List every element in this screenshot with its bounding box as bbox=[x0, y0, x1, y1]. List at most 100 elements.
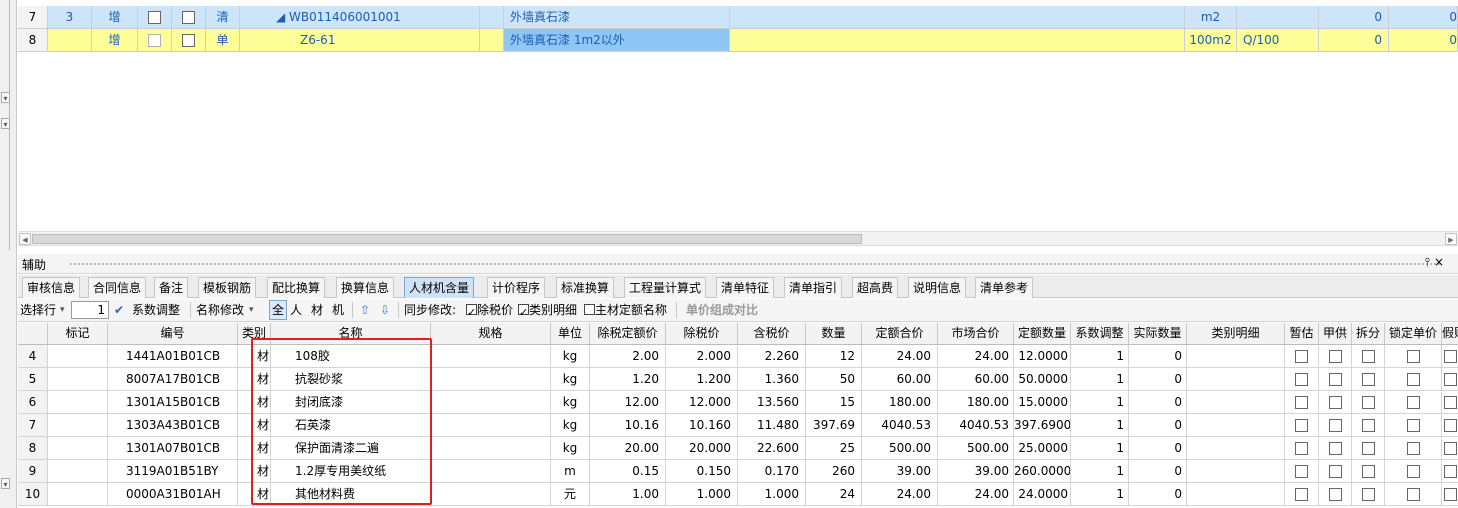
unit-cell[interactable]: 元 bbox=[551, 483, 590, 506]
table-row[interactable]: 7 3 增 清 ◢ WB011406001001 外墙真石漆 m2 0 0 bbox=[18, 6, 1458, 29]
checkbox-cell[interactable] bbox=[1319, 483, 1352, 506]
checkbox[interactable] bbox=[1406, 442, 1420, 455]
checkbox[interactable] bbox=[1328, 350, 1342, 363]
checkbox-cell[interactable] bbox=[1285, 414, 1319, 437]
value-cell[interactable]: 0 bbox=[1319, 29, 1389, 52]
price-excl-quota-cell[interactable]: 1.20 bbox=[590, 368, 666, 391]
col-header[interactable]: 定额数量 bbox=[1014, 323, 1071, 345]
filter-all-button[interactable]: 全 bbox=[269, 300, 288, 320]
seq-cell[interactable] bbox=[48, 29, 92, 52]
col-header[interactable]: 除税定额价 bbox=[590, 323, 666, 345]
checkbox[interactable] bbox=[1295, 396, 1308, 409]
tab-guide[interactable]: 清单指引 bbox=[784, 277, 843, 298]
category-cell[interactable]: 材 bbox=[238, 483, 271, 506]
mark-cell[interactable] bbox=[48, 414, 108, 437]
tab-mix[interactable]: 配比换算 bbox=[267, 277, 326, 298]
arrow-up-icon[interactable]: ⇧ bbox=[360, 299, 370, 321]
checkbox[interactable] bbox=[1406, 465, 1420, 478]
expr-cell[interactable] bbox=[1237, 6, 1319, 29]
qty-cell[interactable]: 50 bbox=[806, 368, 862, 391]
code-cell[interactable]: 0000A31B01AH bbox=[108, 483, 238, 506]
row-spin-input[interactable]: 1 bbox=[71, 301, 109, 319]
market-total-cell[interactable]: 24.00 bbox=[938, 483, 1014, 506]
col-header[interactable]: 假账 bbox=[1442, 323, 1458, 345]
tab-quantity-formula[interactable]: 工程量计算式 bbox=[624, 277, 707, 298]
checkbox[interactable] bbox=[1295, 373, 1308, 386]
mark-cell[interactable] bbox=[48, 368, 108, 391]
col-header[interactable]: 含税价 bbox=[738, 323, 806, 345]
tab-contract[interactable]: 合同信息 bbox=[88, 277, 147, 298]
price-excl-quota-cell[interactable]: 1.00 bbox=[590, 483, 666, 506]
tab-conversion[interactable]: 换算信息 bbox=[336, 277, 395, 298]
price-incl-cell[interactable]: 1.360 bbox=[738, 368, 806, 391]
checkbox-cell[interactable] bbox=[1442, 414, 1458, 437]
qty-cell[interactable]: 25 bbox=[806, 437, 862, 460]
tab-notes[interactable]: 备注 bbox=[154, 277, 189, 298]
quota-qty-cell[interactable]: 25.0000 bbox=[1014, 437, 1071, 460]
checkbox[interactable] bbox=[1444, 419, 1457, 432]
unit-cell[interactable]: kg bbox=[551, 368, 590, 391]
checkbox[interactable] bbox=[1361, 373, 1375, 386]
checkbox-cell[interactable] bbox=[1285, 345, 1319, 368]
filter-material-button[interactable]: 材 bbox=[311, 299, 323, 321]
code-cell[interactable]: 8007A17B01CB bbox=[108, 368, 238, 391]
category-detail-checkbox[interactable]: 类别明细 bbox=[518, 299, 577, 324]
market-total-cell[interactable]: 4040.53 bbox=[938, 414, 1014, 437]
code-cell[interactable]: 1301A07B01CB bbox=[108, 437, 238, 460]
col-header[interactable]: 类别 bbox=[238, 323, 271, 345]
quota-total-cell[interactable]: 500.00 bbox=[862, 437, 938, 460]
tab-resource-content[interactable]: 人材机含量 bbox=[404, 277, 475, 298]
code-cell[interactable]: Z6-61 bbox=[240, 29, 480, 52]
market-total-cell[interactable]: 60.00 bbox=[938, 368, 1014, 391]
tab-pricing[interactable]: 计价程序 bbox=[487, 277, 546, 298]
col-header[interactable]: 数量 bbox=[806, 323, 862, 345]
category-detail-cell[interactable] bbox=[1187, 391, 1285, 414]
checkbox-cell[interactable] bbox=[138, 29, 172, 52]
checkbox-cell[interactable] bbox=[1352, 483, 1385, 506]
price-excl-cell[interactable]: 1.000 bbox=[666, 483, 738, 506]
code-cell[interactable]: 3119A01B51BY bbox=[108, 460, 238, 483]
code-cell[interactable]: 1301A15B01CB bbox=[108, 391, 238, 414]
coef-cell[interactable]: 1 bbox=[1071, 368, 1129, 391]
checkbox[interactable] bbox=[1406, 488, 1420, 501]
checkbox[interactable] bbox=[1361, 396, 1375, 409]
checkbox[interactable] bbox=[1295, 419, 1308, 432]
mark-cell[interactable] bbox=[48, 483, 108, 506]
checkbox-cell[interactable] bbox=[138, 6, 172, 29]
checkbox-cell[interactable] bbox=[172, 6, 206, 29]
name-cell[interactable]: 石英漆 bbox=[271, 414, 431, 437]
compare-button[interactable]: 单价组成对比 bbox=[686, 299, 758, 321]
tab-description[interactable]: 说明信息 bbox=[908, 277, 967, 298]
checkbox[interactable] bbox=[1444, 396, 1457, 409]
actual-qty-cell[interactable]: 0 bbox=[1129, 437, 1187, 460]
code-cell[interactable]: 1441A01B01CB bbox=[108, 345, 238, 368]
col-header[interactable]: 甲供 bbox=[1319, 323, 1352, 345]
col-header[interactable]: 类别明细 bbox=[1187, 323, 1285, 345]
category-cell[interactable]: 材 bbox=[238, 414, 271, 437]
quota-total-cell[interactable]: 24.00 bbox=[862, 483, 938, 506]
coef-cell[interactable]: 1 bbox=[1071, 414, 1129, 437]
actual-qty-cell[interactable]: 0 bbox=[1129, 483, 1187, 506]
action-cell[interactable]: 增 bbox=[92, 6, 138, 29]
checkbox-cell[interactable] bbox=[1352, 460, 1385, 483]
tab-formwork[interactable]: 模板钢筋 bbox=[198, 277, 257, 298]
checkbox-cell[interactable] bbox=[1319, 437, 1352, 460]
spec-cell[interactable] bbox=[431, 437, 551, 460]
checkbox-cell[interactable] bbox=[1319, 391, 1352, 414]
price-incl-cell[interactable]: 13.560 bbox=[738, 391, 806, 414]
table-row[interactable]: 6 1301A15B01CB 材 封闭底漆 kg 12.00 12.000 13… bbox=[18, 391, 1458, 414]
checkbox[interactable] bbox=[1361, 488, 1375, 501]
checkbox[interactable] bbox=[1328, 465, 1342, 478]
unit-cell[interactable]: kg bbox=[551, 391, 590, 414]
category-cell[interactable]: 材 bbox=[238, 437, 271, 460]
checkbox-cell[interactable] bbox=[1352, 391, 1385, 414]
checkbox-cell[interactable] bbox=[1319, 368, 1352, 391]
name-cell[interactable]: 封闭底漆 bbox=[271, 391, 431, 414]
collapse-arrow-icon[interactable]: ▾ bbox=[1, 92, 10, 103]
price-excl-cell[interactable]: 1.200 bbox=[666, 368, 738, 391]
quota-qty-cell[interactable]: 24.0000 bbox=[1014, 483, 1071, 506]
main-material-checkbox[interactable]: 主材定额名称 bbox=[584, 299, 667, 321]
name-cell[interactable]: 1.2厚专用美纹纸 bbox=[271, 460, 431, 483]
category-cell[interactable]: 材 bbox=[238, 345, 271, 368]
market-total-cell[interactable]: 500.00 bbox=[938, 437, 1014, 460]
